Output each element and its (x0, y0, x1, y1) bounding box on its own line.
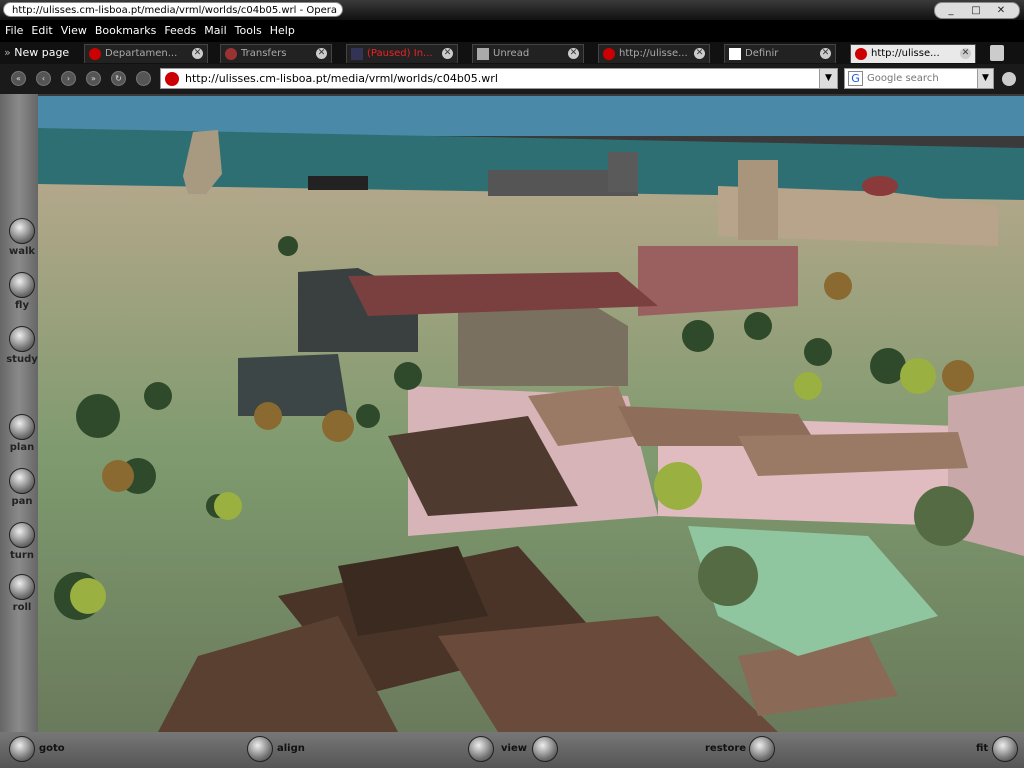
fast-forward-icon[interactable]: » (86, 71, 101, 86)
tab-ulisses-1[interactable]: http://ulisse... ✕ (598, 44, 710, 63)
fly-label: fly (15, 300, 29, 311)
close-icon[interactable]: ✕ (820, 48, 831, 59)
plan-button[interactable] (9, 414, 35, 440)
close-icon[interactable]: ✕ (568, 48, 579, 59)
tab-departamentos[interactable]: Departamen... ✕ (84, 44, 208, 63)
minimize-button[interactable]: _ (943, 3, 959, 18)
align-label: align (277, 743, 305, 754)
roll-label: roll (12, 602, 32, 613)
opera-icon (89, 48, 101, 60)
back-icon[interactable]: ‹ (36, 71, 51, 86)
fit-label: fit (976, 743, 989, 754)
walk-button[interactable] (9, 218, 35, 244)
tab-transfers[interactable]: Transfers ✕ (220, 44, 332, 63)
trash-icon[interactable] (990, 45, 1004, 61)
forward-icon[interactable]: › (61, 71, 76, 86)
new-page-label: New page (14, 46, 70, 59)
stop-icon[interactable] (136, 71, 151, 86)
opera-icon (855, 48, 867, 60)
view-previous-button[interactable] (468, 736, 494, 762)
address-bar[interactable]: http://ulisses.cm-lisboa.pt/media/vrml/w… (160, 68, 838, 89)
navigation-menu-icon[interactable] (1002, 72, 1016, 86)
goto-button[interactable] (9, 736, 35, 762)
menu-feeds[interactable]: Feeds (160, 20, 200, 42)
menu-edit[interactable]: Edit (27, 20, 56, 42)
tab-ulisses-active[interactable]: http://ulisse... ✕ (850, 44, 976, 63)
title-bar: http://ulisses.cm-lisboa.pt/media/vrml/w… (0, 0, 1024, 20)
menu-tools[interactable]: Tools (231, 20, 266, 42)
menu-view[interactable]: View (57, 20, 91, 42)
plan-label: plan (9, 442, 35, 453)
menu-mail[interactable]: Mail (200, 20, 230, 42)
lisbon-3d-city-view (38, 96, 1024, 732)
address-url[interactable]: http://ulisses.cm-lisboa.pt/media/vrml/w… (185, 69, 498, 88)
navigation-bar: « ‹ › » ↻ http://ulisses.cm-lisboa.pt/me… (0, 64, 1024, 94)
walk-label: walk (8, 246, 36, 257)
opera-icon (165, 72, 179, 86)
rewind-icon[interactable]: « (11, 71, 26, 86)
study-label: study (6, 354, 38, 365)
reload-icon[interactable]: ↻ (111, 71, 126, 86)
turn-label: turn (10, 550, 34, 561)
study-button[interactable] (9, 326, 35, 352)
close-icon[interactable]: ✕ (960, 48, 971, 59)
tab-bar: » New page Departamen... ✕ Transfers ✕ (… (0, 42, 1024, 64)
menu-bookmarks[interactable]: Bookmarks (91, 20, 160, 42)
google-icon: G (848, 71, 863, 86)
search-input[interactable] (867, 69, 973, 88)
chevron-down-icon[interactable]: ▼ (977, 69, 993, 88)
chevron-down-icon[interactable]: ▼ (819, 69, 837, 88)
new-page-button[interactable]: » New page (4, 44, 69, 63)
fly-button[interactable] (9, 272, 35, 298)
window-controls: _ □ ✕ (934, 2, 1020, 19)
tab-unread[interactable]: Unread ✕ (472, 44, 584, 63)
close-button[interactable]: ✕ (993, 3, 1009, 18)
p-icon (351, 48, 363, 60)
vrml-left-controls: walk fly study plan pan turn roll (0, 94, 38, 732)
pan-button[interactable] (9, 468, 35, 494)
vrml-viewer: walk fly study plan pan turn roll goto a… (0, 94, 1024, 768)
view-label: view (501, 743, 527, 754)
tab-paused[interactable]: (Paused) In... ✕ (346, 44, 458, 63)
close-icon[interactable]: ✕ (694, 48, 705, 59)
vrml-bottom-controls: goto align view restore fit (0, 732, 1024, 768)
turn-button[interactable] (9, 522, 35, 548)
menu-file[interactable]: File (0, 20, 27, 42)
close-icon[interactable]: ✕ (192, 48, 203, 59)
maximize-button[interactable]: □ (968, 3, 984, 18)
restore-label: restore (705, 743, 747, 754)
search-box[interactable]: G ▼ (844, 68, 994, 89)
mail-icon (477, 48, 489, 60)
close-icon[interactable]: ✕ (442, 48, 453, 59)
restore-button[interactable] (749, 736, 775, 762)
opera-icon (603, 48, 615, 60)
roll-button[interactable] (9, 574, 35, 600)
close-icon[interactable]: ✕ (316, 48, 327, 59)
fit-button[interactable] (992, 736, 1018, 762)
menu-help[interactable]: Help (266, 20, 299, 42)
goto-label: goto (39, 743, 65, 754)
figure-icon (729, 48, 741, 60)
tab-definir[interactable]: Definir ✕ (724, 44, 836, 63)
view-next-button[interactable] (532, 736, 558, 762)
menu-bar: File Edit View Bookmarks Feeds Mail Tools Help (0, 20, 1024, 42)
transfers-icon (225, 48, 237, 60)
pan-label: pan (11, 496, 33, 507)
3d-scene[interactable] (38, 96, 1024, 732)
align-button[interactable] (247, 736, 273, 762)
window-title: http://ulisses.cm-lisboa.pt/media/vrml/w… (3, 2, 343, 17)
